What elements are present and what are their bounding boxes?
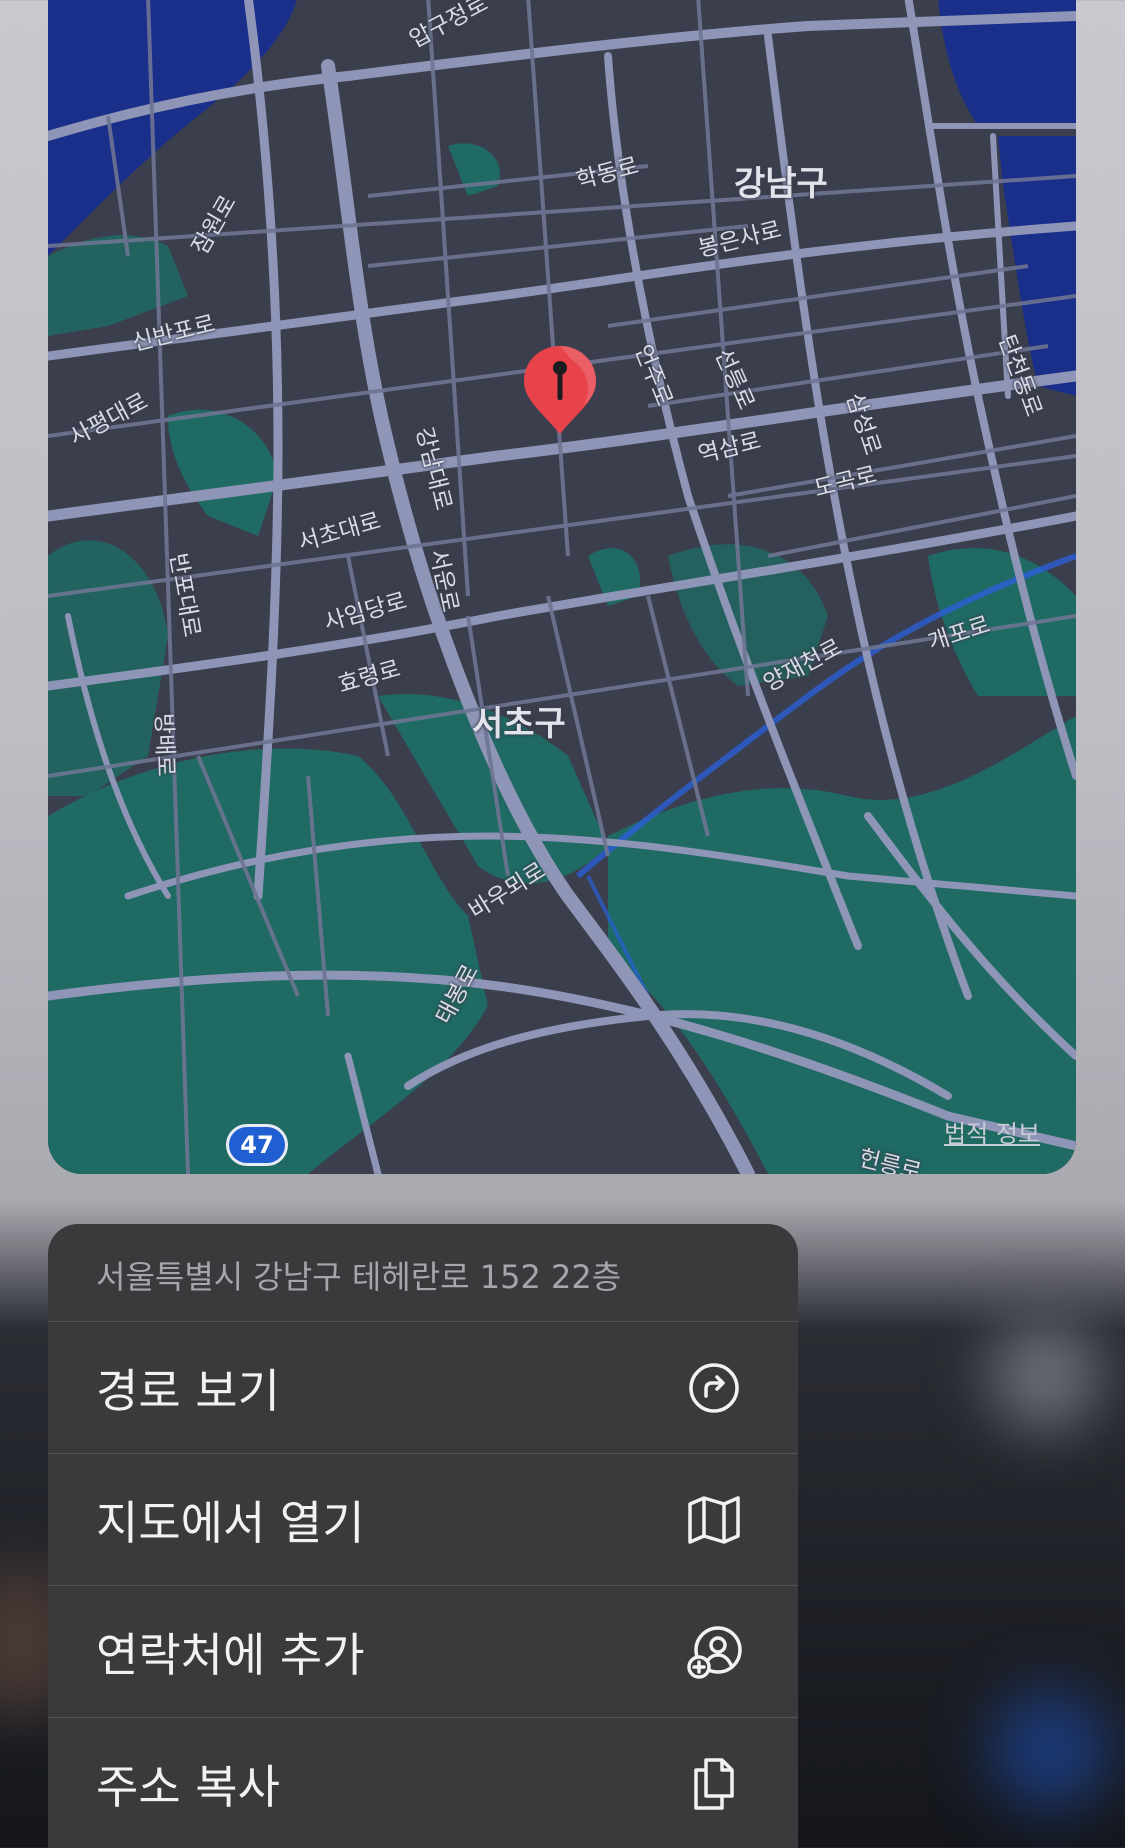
legal-info-link[interactable]: 법적 정보 <box>944 1114 1040 1149</box>
add-contact-icon <box>686 1624 742 1680</box>
location-pin-icon[interactable] <box>522 342 598 438</box>
copy-icon <box>686 1756 742 1812</box>
menu-item-open-in-maps[interactable]: 지도에서 열기 <box>48 1454 798 1586</box>
map-icon <box>686 1492 742 1548</box>
context-menu: 서울특별시 강남구 테헤란로 152 22층 경로 보기 지도에서 열기 연락처… <box>48 1224 798 1848</box>
directions-icon <box>686 1360 742 1416</box>
menu-item-add-to-contacts[interactable]: 연락처에 추가 <box>48 1586 798 1718</box>
menu-address-header: 서울특별시 강남구 테헤란로 152 22층 <box>48 1224 798 1322</box>
route-badge: 47 <box>226 1124 288 1166</box>
menu-item-label: 지도에서 열기 <box>96 1495 365 1550</box>
district-label: 서초구 <box>472 704 566 744</box>
menu-item-label: 주소 복사 <box>96 1759 280 1814</box>
map-preview[interactable]: 압구정로 학동로 봉은사로 잠원로 탄천동로 신반포로 언주로 선릉로 삼성로 … <box>48 0 1076 1174</box>
menu-item-label: 경로 보기 <box>96 1363 280 1418</box>
district-label: 강남구 <box>734 164 828 204</box>
background-blur-blob <box>990 1690 1110 1810</box>
road-label: 방배로 <box>150 712 179 778</box>
menu-item-directions[interactable]: 경로 보기 <box>48 1322 798 1454</box>
menu-item-label: 연락처에 추가 <box>96 1627 365 1682</box>
menu-item-copy-address[interactable]: 주소 복사 <box>48 1718 798 1848</box>
background-blur-blob <box>990 1320 1100 1430</box>
